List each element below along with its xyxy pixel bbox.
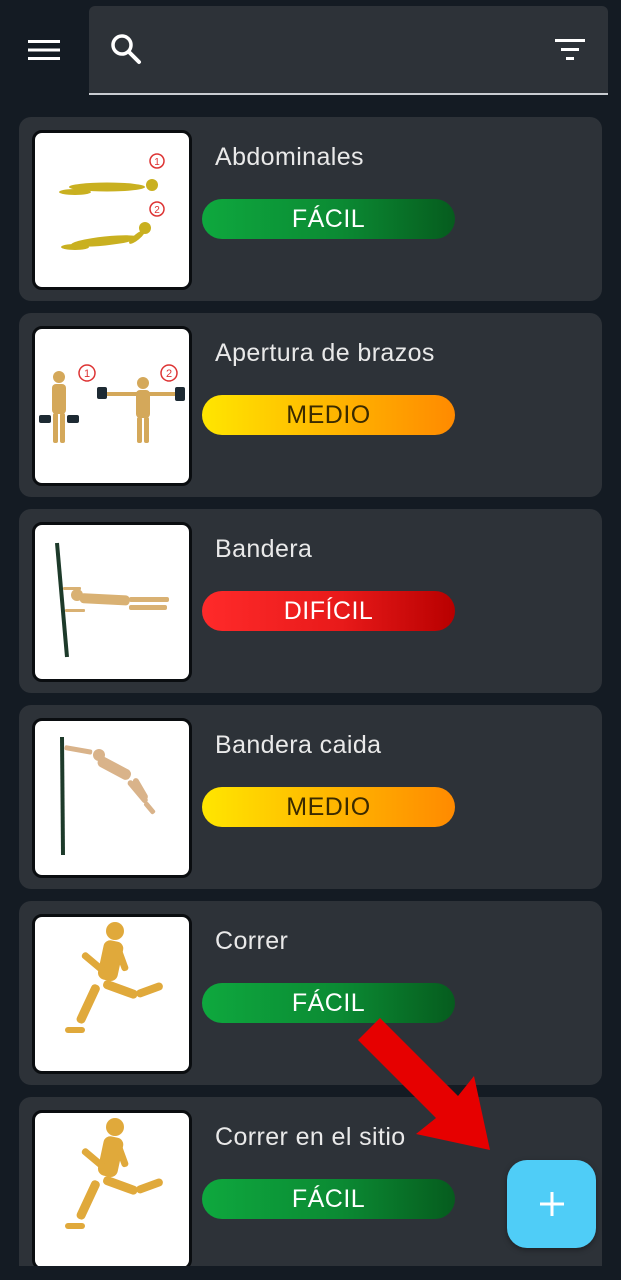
exercise-name: Correr	[215, 927, 289, 955]
plus-icon	[539, 1192, 564, 1216]
exercise-card[interactable]: Bandera caida MEDIO	[19, 705, 602, 889]
exercise-thumbnail	[32, 718, 192, 878]
exercise-name: Bandera	[215, 535, 313, 563]
difficulty-badge: FÁCIL	[202, 983, 455, 1023]
exercise-thumbnail: 1 2	[32, 326, 192, 486]
svg-text:1: 1	[154, 157, 160, 168]
correr-en-el-sitio-figure-icon	[65, 1118, 163, 1229]
apertura-de-brazos-figure-icon: 1 2	[39, 364, 185, 443]
difficulty-badge: FÁCIL	[202, 199, 455, 239]
svg-text:2: 2	[166, 368, 172, 380]
bottom-edge	[0, 1266, 621, 1280]
search-input[interactable]	[155, 26, 539, 74]
exercise-card[interactable]: Bandera DIFÍCIL	[19, 509, 602, 693]
exercise-thumbnail	[32, 914, 192, 1074]
exercise-thumbnail	[32, 1110, 192, 1266]
menu-button[interactable]	[14, 22, 74, 78]
exercise-thumbnail: 1 2	[32, 130, 192, 290]
exercise-card[interactable]: 1 2 Apertura de brazos MEDIO	[19, 313, 602, 497]
filter-icon[interactable]	[551, 34, 589, 66]
exercise-card[interactable]: 1 2 Abdominales FÁCIL	[19, 117, 602, 301]
exercise-card[interactable]: Correr FÁCIL	[19, 901, 602, 1085]
app-toolbar	[0, 0, 621, 100]
difficulty-badge: DIFÍCIL	[202, 591, 455, 631]
exercise-thumbnail	[32, 522, 192, 682]
bandera-caida-figure-icon	[60, 736, 156, 856]
exercise-name: Correr en el sitio	[215, 1123, 406, 1151]
abdominales-figure-icon: 1 2	[59, 153, 165, 250]
add-exercise-button[interactable]	[507, 1160, 596, 1248]
difficulty-badge: MEDIO	[202, 787, 455, 827]
exercise-name: Bandera caida	[215, 731, 382, 759]
menu-icon	[28, 40, 60, 60]
search-icon	[111, 34, 141, 64]
difficulty-badge: MEDIO	[202, 395, 455, 435]
search-bar[interactable]	[89, 6, 608, 95]
svg-text:1: 1	[84, 368, 90, 380]
exercise-list[interactable]: 1 2 Abdominales FÁCIL 1 2 Apertura de br…	[0, 100, 621, 1266]
exercise-name: Apertura de brazos	[215, 339, 435, 367]
svg-text:2: 2	[154, 205, 160, 216]
exercise-name: Abdominales	[215, 143, 364, 171]
correr-figure-icon	[65, 922, 163, 1033]
difficulty-badge: FÁCIL	[202, 1179, 455, 1219]
bandera-figure-icon	[55, 542, 169, 658]
